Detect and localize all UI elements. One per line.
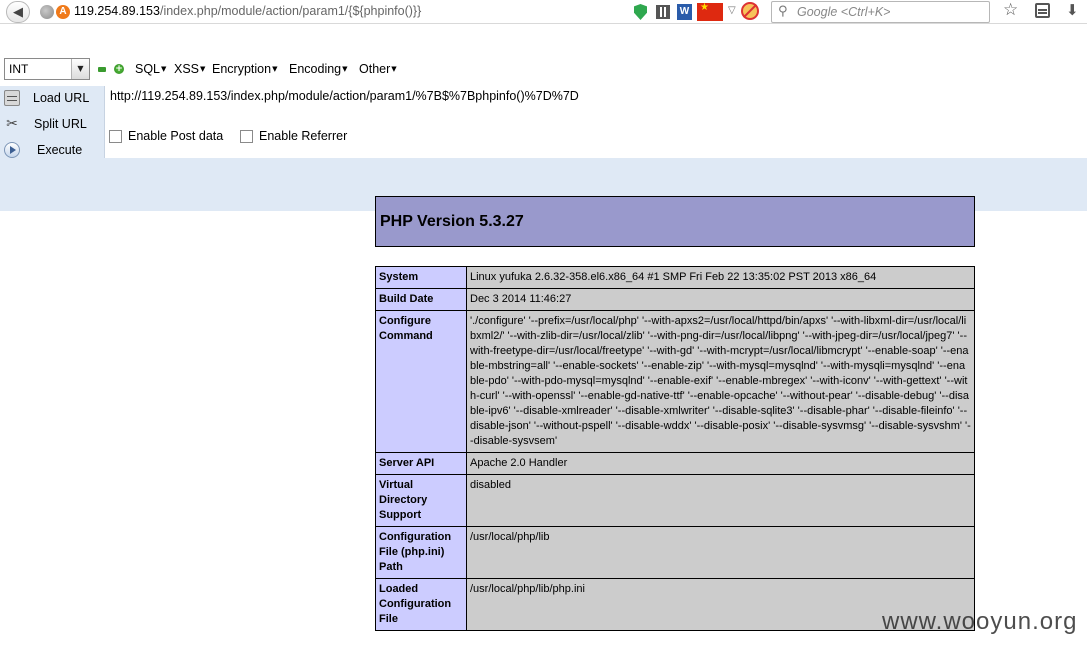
menu-sql-label: SQL	[135, 62, 161, 76]
url-bar[interactable]: A 119.254.89.153/index.php/module/action…	[34, 1, 756, 23]
split-url-label: Split URL	[34, 117, 87, 131]
load-url-icon	[4, 90, 20, 106]
table-row: System Linux yufuka 2.6.32-358.el6.x86_6…	[376, 267, 974, 289]
menu-xss[interactable]: XSS▼	[174, 62, 205, 76]
menu-encoding[interactable]: Encoding▼	[289, 62, 348, 76]
china-flag-icon[interactable]	[697, 2, 723, 21]
download-icon[interactable]: ⬇	[1066, 1, 1079, 19]
caret-icon: ▼	[391, 65, 397, 73]
table-row: Virtual Directory Support disabled	[376, 475, 974, 527]
url-dropdown-icon[interactable]: ▽	[728, 5, 736, 16]
url-textarea[interactable]: http://119.254.89.153/index.php/module/a…	[104, 86, 1087, 158]
caret-icon: ▼	[200, 65, 206, 73]
globe-icon	[40, 5, 54, 19]
navigation-bar: ◀ A 119.254.89.153/index.php/module/acti…	[0, 0, 1087, 24]
php-version-header: PHP Version 5.3.27	[375, 196, 975, 247]
menu-sql[interactable]: SQL▼	[135, 62, 166, 76]
table-value: Linux yufuka 2.6.32-358.el6.x86_64 #1 SM…	[467, 267, 974, 288]
table-row: Configuration File (php.ini) Path /usr/l…	[376, 527, 974, 579]
enable-post-label: Enable Post data	[128, 129, 224, 143]
menu-xss-label: XSS	[174, 62, 200, 76]
addon-badge-icon[interactable]: A	[56, 5, 70, 19]
search-icon: ⚲	[778, 4, 788, 19]
table-key: Build Date	[376, 289, 467, 310]
menu-other-label: Other	[359, 62, 391, 76]
split-url-button[interactable]: ✂ Split URL	[0, 112, 100, 136]
caret-icon: ▼	[161, 65, 167, 73]
table-row: Configure Command './configure' '--prefi…	[376, 311, 974, 453]
word-icon[interactable]: W	[677, 4, 692, 20]
table-row: Server API Apache 2.0 Handler	[376, 453, 974, 475]
table-key: Server API	[376, 453, 467, 474]
menu-encryption[interactable]: Encryption▼	[212, 62, 277, 76]
load-url-button[interactable]: Load URL	[0, 86, 100, 110]
table-key: Configuration File (php.ini) Path	[376, 527, 467, 578]
watermark: www.wooyun.org	[882, 608, 1078, 635]
menu-encryption-label: Encryption	[212, 62, 272, 76]
enable-referrer-checkbox[interactable]	[240, 130, 253, 143]
type-select[interactable]: INT ▼	[4, 58, 90, 80]
increment-icon[interactable]: +	[114, 64, 124, 74]
search-placeholder: Google <Ctrl+K>	[797, 5, 891, 19]
search-box[interactable]: ⚲ Google <Ctrl+K>	[771, 1, 990, 23]
table-row: Build Date Dec 3 2014 11:46:27	[376, 289, 974, 311]
adblock-icon[interactable]	[741, 2, 759, 20]
menu-encoding-label: Encoding	[289, 62, 342, 76]
scissors-icon: ✂	[6, 116, 18, 132]
execute-label: Execute	[37, 143, 83, 157]
table-value: Apache 2.0 Handler	[467, 453, 974, 474]
execute-button[interactable]: Execute	[0, 138, 100, 162]
caret-icon: ▼	[342, 65, 348, 73]
chevron-down-icon: ▼	[71, 59, 89, 79]
table-key: Virtual Directory Support	[376, 475, 467, 526]
back-button[interactable]: ◀	[6, 1, 30, 23]
menu-other[interactable]: Other▼	[359, 62, 397, 76]
play-icon	[4, 142, 20, 158]
php-version-title: PHP Version 5.3.27	[380, 213, 524, 230]
table-value: './configure' '--prefix=/usr/local/php' …	[467, 311, 974, 452]
load-url-label: Load URL	[33, 91, 90, 105]
hackbar-body: Load URL ✂ Split URL Execute http://119.…	[0, 86, 1087, 211]
hackbar-panel: INT ▼ + SQL▼ XSS▼ Encryption▼ Encoding▼ …	[0, 24, 1087, 211]
enable-referrer-label: Enable Referrer	[259, 129, 348, 143]
decrement-icon[interactable]	[98, 67, 106, 72]
url-host: 119.254.89.153	[74, 4, 160, 18]
bookmarks-library-icon[interactable]	[1035, 3, 1050, 18]
caret-icon: ▼	[272, 65, 278, 73]
shield-icon[interactable]	[634, 4, 647, 20]
table-key: System	[376, 267, 467, 288]
table-value: Dec 3 2014 11:46:27	[467, 289, 974, 310]
enable-post-checkbox[interactable]	[109, 130, 122, 143]
url-path: /index.php/module/action/param1/{${phpin…	[159, 4, 422, 18]
table-key: Loaded Configuration File	[376, 579, 467, 630]
qr-code-icon[interactable]	[656, 5, 670, 19]
back-arrow-icon: ◀	[13, 4, 23, 20]
url-textarea-value: http://119.254.89.153/index.php/module/a…	[110, 89, 579, 103]
php-info-table: System Linux yufuka 2.6.32-358.el6.x86_6…	[375, 266, 975, 631]
table-value: disabled	[467, 475, 974, 526]
hackbar-toolbar: INT ▼ + SQL▼ XSS▼ Encryption▼ Encoding▼ …	[0, 56, 1087, 82]
table-key: Configure Command	[376, 311, 467, 452]
table-value: /usr/local/php/lib	[467, 527, 974, 578]
bookmark-star-icon[interactable]: ☆	[1003, 0, 1018, 20]
type-select-value: INT	[9, 62, 29, 76]
url-text[interactable]: 119.254.89.153/index.php/module/action/p…	[74, 4, 421, 18]
